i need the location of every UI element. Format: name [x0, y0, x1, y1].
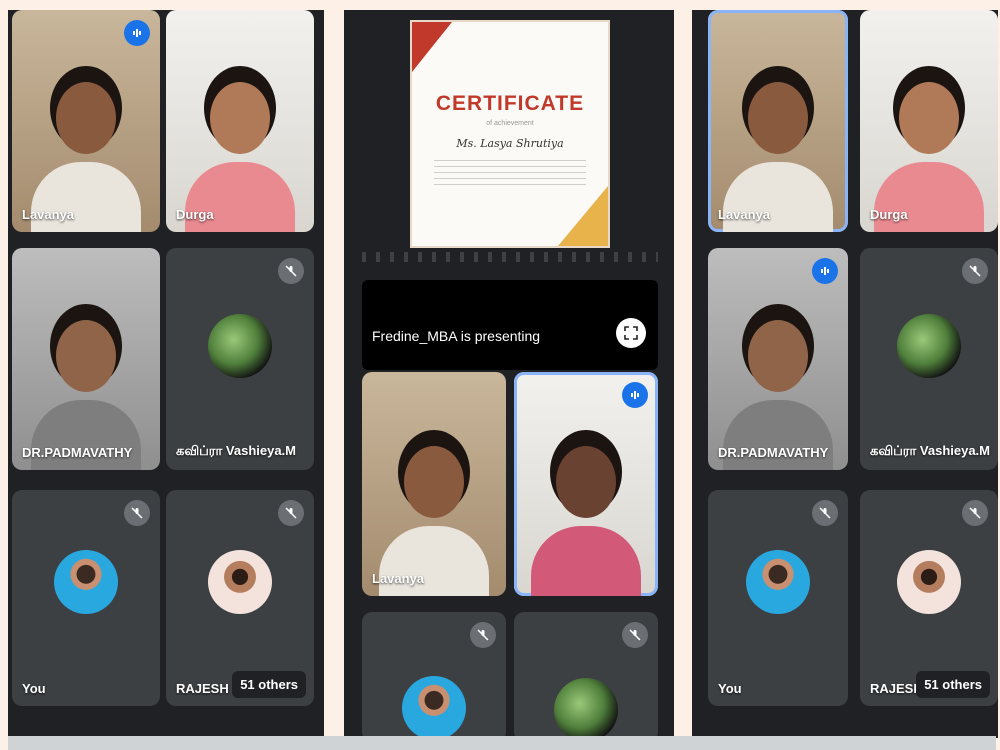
participant-name: கவிப்ரா Vashieya.M: [176, 443, 296, 458]
participant-name: DR.PADMAVATHY: [22, 445, 133, 460]
participant-tile[interactable]: கவிப்ரா Vashieya.M: [166, 248, 314, 470]
participant-tile[interactable]: [514, 612, 658, 738]
participant-name: DR.PADMAVATHY: [718, 445, 829, 460]
avatar: [54, 550, 118, 614]
participant-tile[interactable]: DR.PADMAVATHY: [12, 248, 160, 470]
presenting-text: Fredine_MBA is presenting: [372, 328, 541, 344]
mic-off-icon: [962, 500, 988, 526]
bottom-strip: [8, 736, 996, 750]
speaking-icon: [812, 258, 838, 284]
participant-name: Durga: [870, 207, 908, 222]
others-count[interactable]: 51 others: [916, 671, 990, 698]
ribbon-decoration: [412, 22, 452, 72]
mic-off-icon: [622, 622, 648, 648]
presented-certificate: CERTIFICATE of achievement Ms. Lasya Shr…: [410, 20, 610, 248]
participant-tile[interactable]: DR.PADMAVATHY: [708, 248, 848, 470]
participant-name: You: [718, 681, 742, 696]
participant-tile[interactable]: Lavanya: [12, 10, 160, 232]
participant-tile[interactable]: Durga: [860, 10, 998, 232]
certificate-title: CERTIFICATE: [435, 92, 585, 115]
meeting-screenshot-right: Lavanya Durga DR.PADMAVATHY கவிப்ரா Vash…: [692, 10, 998, 738]
mic-off-icon: [278, 500, 304, 526]
fullscreen-icon[interactable]: [616, 318, 646, 348]
avatar: [897, 550, 961, 614]
participant-tile[interactable]: You: [12, 490, 160, 706]
participant-video: [531, 426, 641, 596]
meeting-screenshot-middle: CERTIFICATE of achievement Ms. Lasya Shr…: [344, 10, 674, 738]
participant-name: RAJESH: [870, 681, 923, 696]
toolbar-strip: [362, 252, 658, 262]
participant-name: Lavanya: [718, 207, 771, 222]
participant-tile[interactable]: Durga: [166, 10, 314, 232]
participant-tile[interactable]: You: [708, 490, 848, 706]
speaking-icon: [124, 20, 150, 46]
avatar: [746, 550, 810, 614]
mic-off-icon: [812, 500, 838, 526]
participant-tile[interactable]: Lavanya: [708, 10, 848, 232]
mic-off-icon: [124, 500, 150, 526]
others-count[interactable]: 51 others: [232, 671, 306, 698]
participant-name: கவிப்ரா Vashieya.M: [870, 443, 990, 458]
mic-off-icon: [962, 258, 988, 284]
speaking-icon: [622, 382, 648, 408]
participant-tile[interactable]: [514, 372, 658, 596]
avatar: [897, 314, 961, 378]
ribbon-decoration: [558, 186, 608, 246]
participant-name: Lavanya: [372, 571, 425, 586]
participant-name: You: [22, 681, 46, 696]
participant-name: Lavanya: [22, 207, 75, 222]
mic-off-icon: [470, 622, 496, 648]
presenting-banner: Fredine_MBA is presenting: [362, 280, 658, 370]
participant-tile[interactable]: RAJESH 51 others: [860, 490, 998, 706]
participant-tile[interactable]: Lavanya: [362, 372, 506, 596]
participant-name: Durga: [176, 207, 214, 222]
participant-tile[interactable]: கவிப்ரா Vashieya.M: [860, 248, 998, 470]
participant-tile[interactable]: [362, 612, 506, 738]
avatar: [554, 678, 618, 738]
certificate-recipient: Ms. Lasya Shrutiya: [456, 137, 564, 150]
participant-name: RAJESH: [176, 681, 229, 696]
certificate-subtitle: of achievement: [486, 120, 534, 127]
participant-tile[interactable]: RAJESH 51 others: [166, 490, 314, 706]
avatar: [208, 550, 272, 614]
avatar: [402, 676, 466, 738]
meeting-screenshot-left: Lavanya Durga DR.PADMAVATHY கவிப்ரா Vash…: [8, 10, 324, 738]
avatar: [208, 314, 272, 378]
mic-off-icon: [278, 258, 304, 284]
certificate-body-text: [434, 160, 586, 188]
